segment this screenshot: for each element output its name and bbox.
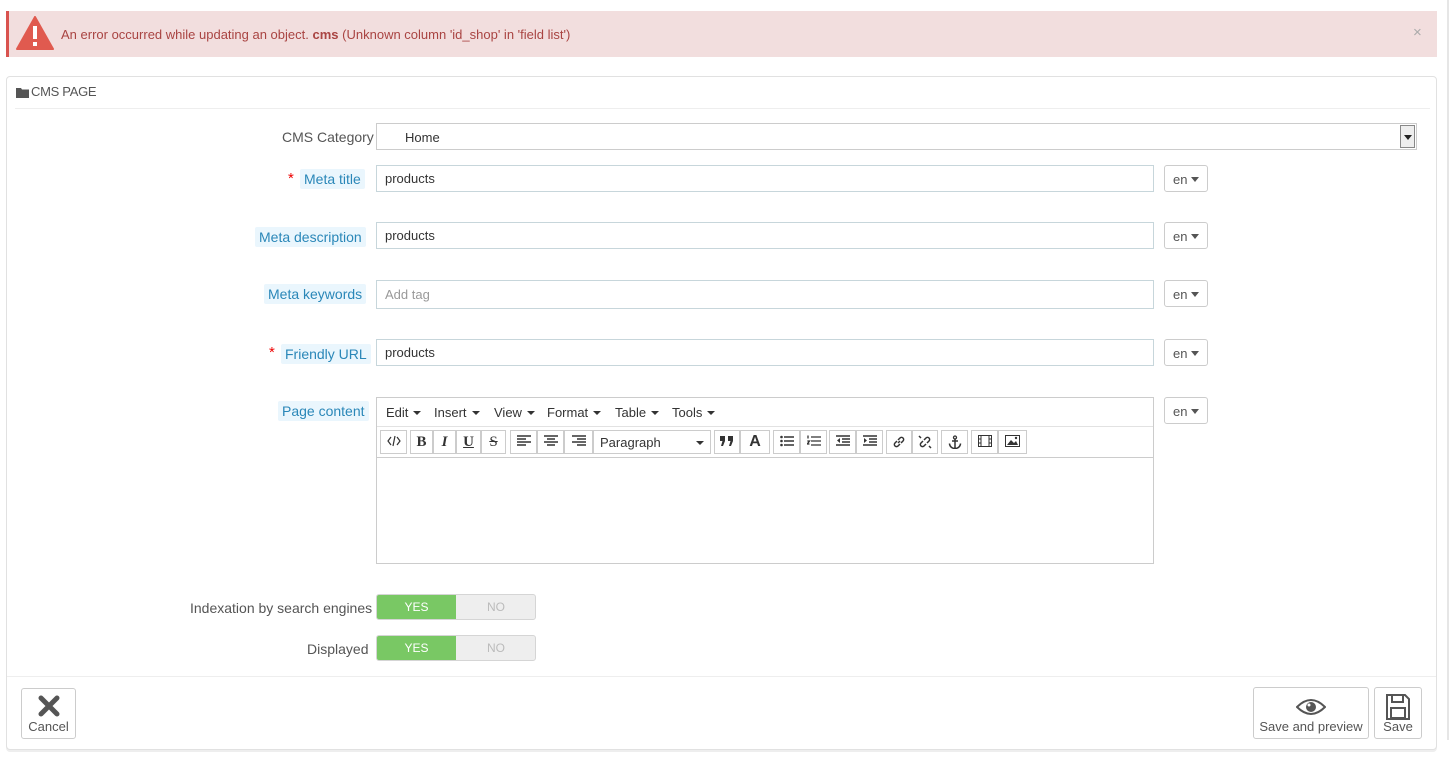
indent-icon[interactable] (856, 430, 883, 454)
panel-heading: CMS PAGE (15, 84, 1430, 109)
align-center-icon[interactable] (537, 430, 564, 454)
language-code: en (1173, 346, 1188, 361)
cms-category-select[interactable]: Home (376, 123, 1417, 150)
error-message-detail: (Unknown column 'id_shop' in 'field list… (342, 27, 571, 42)
displayed-switch[interactable]: YES NO (376, 635, 536, 661)
error-message: An error occurred while updating an obje… (61, 27, 570, 42)
menu-format[interactable]: Format (547, 405, 601, 420)
media-icon[interactable] (971, 430, 998, 454)
meta-keywords-language-dropdown[interactable]: en (1164, 280, 1208, 307)
bullet-list-icon[interactable] (773, 430, 800, 454)
language-code: en (1173, 404, 1188, 419)
meta-title-input[interactable] (376, 165, 1154, 192)
error-object-name: cms (312, 27, 339, 42)
warning-triangle-icon (16, 16, 54, 50)
folder-icon (16, 86, 29, 101)
required-marker: * (269, 344, 275, 361)
panel-title: CMS PAGE (31, 84, 97, 99)
language-code: en (1173, 172, 1188, 187)
meta-description-input[interactable] (376, 222, 1154, 249)
error-alert: An error occurred while updating an obje… (6, 11, 1437, 57)
image-icon[interactable] (998, 430, 1027, 454)
link-icon[interactable] (886, 430, 912, 454)
floppy-disk-icon (1375, 694, 1421, 720)
chevron-down-icon[interactable] (1400, 125, 1415, 148)
block-format-dropdown[interactable]: Paragraph (593, 430, 711, 454)
numbered-list-icon[interactable] (800, 430, 827, 454)
cms-category-label: CMS Category (282, 129, 374, 145)
unlink-icon[interactable] (912, 430, 938, 454)
blockquote-icon[interactable] (714, 430, 740, 454)
meta-description-label[interactable]: Meta description (255, 227, 366, 247)
menu-table[interactable]: Table (615, 405, 659, 420)
language-code: en (1173, 287, 1188, 302)
indexation-yes-option[interactable]: YES (377, 595, 456, 619)
alert-close-button[interactable]: × (1413, 25, 1422, 40)
text-color-icon[interactable]: A (740, 430, 770, 454)
menu-edit[interactable]: Edit (386, 405, 421, 420)
menu-insert[interactable]: Insert (434, 405, 480, 420)
meta-keywords-label[interactable]: Meta keywords (264, 284, 367, 304)
friendly-url-label[interactable]: Friendly URL (281, 344, 371, 364)
meta-title-language-dropdown[interactable]: en (1164, 165, 1208, 192)
friendly-url-language-dropdown[interactable]: en (1164, 339, 1208, 366)
menu-view[interactable]: View (494, 405, 535, 420)
anchor-icon[interactable] (941, 430, 968, 454)
save-and-preview-button[interactable]: Save and preview (1253, 687, 1369, 739)
code-icon[interactable] (380, 430, 407, 454)
indexation-switch[interactable]: YES NO (376, 594, 536, 620)
italic-icon[interactable]: I (433, 430, 456, 454)
indexation-no-option[interactable]: NO (457, 595, 535, 619)
align-left-icon[interactable] (510, 430, 537, 454)
underline-icon[interactable]: U (456, 430, 481, 454)
close-icon (22, 695, 75, 717)
editor-toolbar: B I U S Paragraph A (377, 427, 1153, 458)
panel-footer-divider (7, 676, 1436, 677)
meta-description-language-dropdown[interactable]: en (1164, 222, 1208, 249)
save-button[interactable]: Save (1374, 687, 1422, 739)
meta-keywords-input[interactable] (376, 280, 1154, 309)
page-content-label[interactable]: Page content (278, 401, 369, 421)
displayed-label: Displayed (307, 641, 369, 657)
eye-icon (1254, 698, 1368, 716)
align-right-icon[interactable] (564, 430, 593, 454)
cancel-button[interactable]: Cancel (21, 688, 76, 739)
bold-icon[interactable]: B (410, 430, 433, 454)
page-content-language-dropdown[interactable]: en (1164, 397, 1208, 424)
cms-category-value: Home (405, 130, 440, 145)
save-and-preview-label: Save and preview (1259, 719, 1363, 734)
indexation-label: Indexation by search engines (190, 600, 373, 616)
strikethrough-icon[interactable]: S (481, 430, 506, 454)
page-scroll-edge (1447, 0, 1449, 740)
displayed-no-option[interactable]: NO (457, 636, 535, 660)
block-format-value: Paragraph (600, 435, 661, 450)
language-code: en (1173, 229, 1188, 244)
required-marker: * (288, 170, 294, 187)
error-message-prefix: An error occurred while updating an obje… (61, 27, 309, 42)
editor-menubar: Edit Insert View Format Table Tools (377, 398, 1153, 427)
menu-tools[interactable]: Tools (672, 405, 715, 420)
meta-title-label[interactable]: Meta title (300, 169, 365, 189)
displayed-yes-option[interactable]: YES (377, 636, 456, 660)
rich-text-editor: Edit Insert View Format Table Tools B I … (376, 397, 1154, 564)
cancel-button-label: Cancel (28, 719, 69, 734)
save-button-label: Save (1383, 719, 1413, 734)
outdent-icon[interactable] (829, 430, 856, 454)
friendly-url-input[interactable] (376, 339, 1154, 366)
editor-content-area[interactable] (377, 458, 1153, 563)
